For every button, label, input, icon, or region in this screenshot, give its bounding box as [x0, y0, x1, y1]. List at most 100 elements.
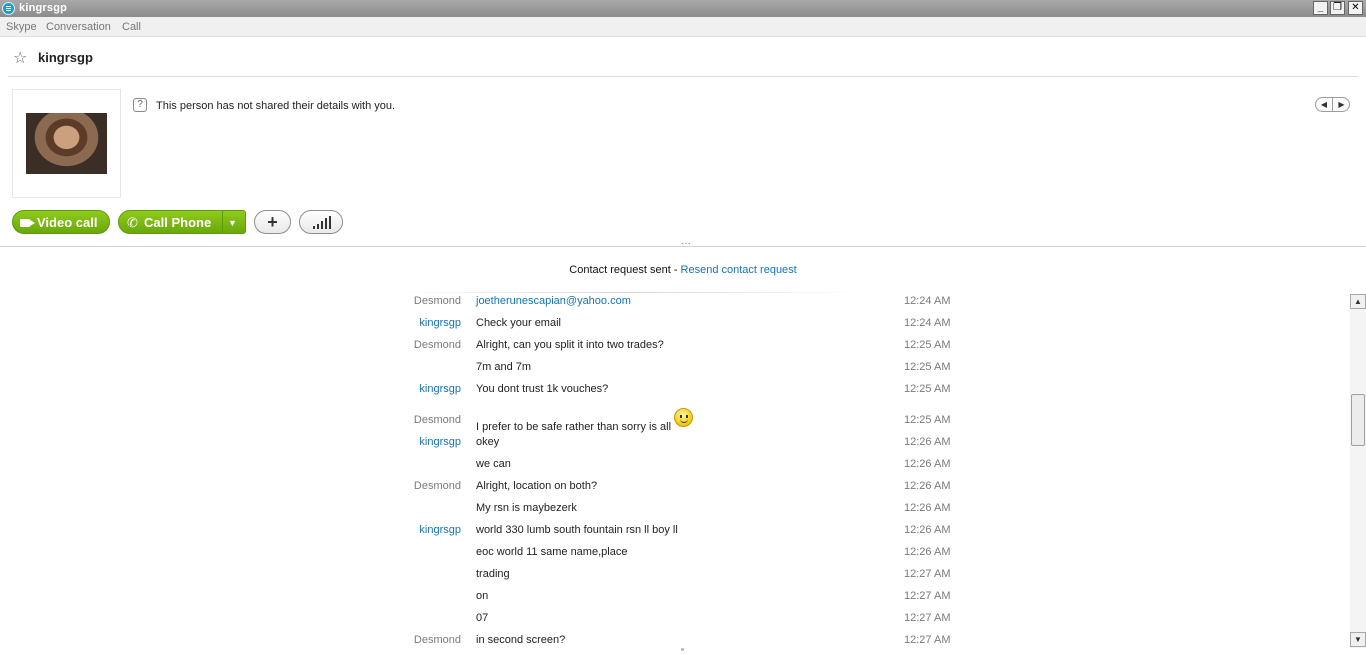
message-timestamp: 12:24 AM: [904, 295, 951, 307]
message-text-content: world 330 lumb south fountain rsn ll boy…: [476, 524, 678, 536]
message-row: kingrsgp You dont trust 1k vouches? 12:25 …: [0, 378, 1350, 400]
chat-scrollbar[interactable]: ▲ ▼: [1350, 294, 1366, 648]
menu-bar: Skype Conversation Call: [0, 17, 1366, 37]
message-timestamp: 12:26 AM: [904, 524, 951, 536]
message-text-content: Alright, can you split it into two trade…: [476, 339, 664, 351]
favorite-star-icon[interactable]: ☆: [13, 48, 27, 68]
message-text: 07: [476, 612, 488, 624]
message-timestamp: 12:25 AM: [904, 414, 951, 426]
message-timestamp: 12:27 AM: [904, 634, 951, 646]
message-row: Desmond Alright, location on both? 12:26 A…: [0, 475, 1350, 497]
message-timestamp: 12:25 AM: [904, 383, 951, 395]
message-sender[interactable]: Desmond: [414, 414, 461, 426]
message-text-content: we can: [476, 458, 511, 470]
message-text-content: Alright, location on both?: [476, 480, 598, 492]
message-text: My rsn is maybezerk: [476, 502, 577, 514]
contact-name: kingrsgp: [38, 50, 93, 65]
nav-left-icon[interactable]: ◀: [1316, 98, 1333, 111]
message-text: we can: [476, 458, 511, 470]
message-row: My rsn is maybezerk 12:26 AM: [0, 497, 1350, 519]
message-text-content: okey: [476, 436, 500, 448]
message-text-content: joetherunescapian@yahoo.com: [476, 295, 631, 307]
call-phone-label: Call Phone: [144, 215, 212, 230]
menu-skype[interactable]: Skype: [6, 21, 37, 33]
message-timestamp: 12:26 AM: [904, 436, 951, 448]
message-row: kingrsgp world 330 lumb south fountain rs…: [0, 519, 1350, 541]
message-sender[interactable]: kingrsgp: [419, 524, 461, 536]
message-timestamp: 12:24 AM: [904, 317, 951, 329]
message-text-content: on: [476, 590, 489, 602]
menu-call[interactable]: Call: [122, 21, 141, 33]
window-title: kingrsgp: [19, 2, 68, 14]
message-text-content: in second screen?: [476, 634, 566, 646]
minimize-button[interactable]: _: [1313, 1, 1328, 15]
message-timestamp: 12:25 AM: [904, 339, 951, 351]
resend-contact-request-link[interactable]: Resend contact request: [681, 264, 797, 276]
message-row: kingrsgp Check your email 12:24 AM: [0, 312, 1350, 334]
bottom-resize-handle[interactable]: [681, 648, 684, 651]
profile-nav: ◀ ▶: [1315, 97, 1350, 112]
signal-bars-icon: [313, 216, 331, 229]
message-text: 7m and 7m: [476, 361, 531, 373]
message-row: kingrsgp okey 12:26 AM: [0, 431, 1350, 453]
message-text: Check your email: [476, 317, 561, 329]
message-sender[interactable]: Desmond: [414, 295, 461, 307]
message-text-content: You dont trust 1k vouches?: [476, 383, 609, 395]
message-text: Alright, location on both?: [476, 480, 597, 492]
add-button[interactable]: +: [254, 210, 291, 234]
message-sender[interactable]: kingrsgp: [419, 317, 461, 329]
smiley-emoticon-icon: [674, 408, 694, 427]
close-button[interactable]: ✕: [1348, 1, 1363, 15]
message-sender[interactable]: kingrsgp: [419, 383, 461, 395]
avatar[interactable]: [26, 113, 107, 174]
nav-right-icon[interactable]: ▶: [1333, 98, 1350, 111]
chevron-down-icon[interactable]: ▼: [228, 211, 237, 235]
message-text: on: [476, 590, 488, 602]
message-timestamp: 12:26 AM: [904, 546, 951, 558]
message-row: trading 12:27 AM: [0, 563, 1350, 585]
video-camera-icon: [20, 219, 35, 227]
message-timestamp: 12:27 AM: [904, 590, 951, 602]
avatar-frame: [12, 89, 121, 198]
chat-history: Desmond joetherunescapian@yahoo.com 12:24 …: [0, 288, 1350, 654]
message-row: we can 12:26 AM: [0, 453, 1350, 475]
title-bar: kingrsgp _ ❐ ✕: [0, 0, 1366, 17]
message-row: eoc world 11 same name,place 12:26 AM: [0, 541, 1350, 563]
skype-logo-icon: [2, 2, 15, 15]
message-text-content: trading: [476, 568, 510, 580]
message-text: eoc world 11 same name,place: [476, 546, 627, 558]
message-sender[interactable]: Desmond: [414, 480, 461, 492]
message-text: trading: [476, 568, 510, 580]
contact-request-status: Contact request sent -: [569, 264, 681, 276]
message-timestamp: 12:25 AM: [904, 361, 951, 373]
menu-conversation[interactable]: Conversation: [46, 21, 111, 33]
message-text-content: My rsn is maybezerk: [476, 502, 577, 514]
message-timestamp: 12:26 AM: [904, 502, 951, 514]
message-row: 07 12:27 AM: [0, 607, 1350, 629]
message-row: Desmond Alright, can you split it into tw…: [0, 334, 1350, 356]
message-row: on 12:27 AM: [0, 585, 1350, 607]
divider: [8, 76, 1358, 77]
profile-info-text: This person has not shared their details…: [156, 100, 396, 112]
scroll-down-icon[interactable]: ▼: [1350, 632, 1366, 647]
message-sender[interactable]: Desmond: [414, 634, 461, 646]
message-sender[interactable]: kingrsgp: [419, 436, 461, 448]
message-text-content: Check your email: [476, 317, 561, 329]
call-phone-button[interactable]: ✆ Call Phone ▼: [118, 210, 246, 234]
call-quality-button[interactable]: [299, 210, 343, 234]
contact-request-notice: Contact request sent - Resend contact re…: [0, 264, 1366, 276]
button-separator: [222, 211, 223, 233]
message-text: okey: [476, 436, 499, 448]
info-question-icon: ?: [133, 98, 147, 112]
pane-divider: [0, 246, 1366, 247]
message-sender[interactable]: Desmond: [414, 339, 461, 351]
message-timestamp: 12:26 AM: [904, 480, 951, 492]
scroll-up-icon[interactable]: ▲: [1350, 294, 1366, 309]
message-timestamp: 12:27 AM: [904, 568, 951, 580]
restore-button[interactable]: ❐: [1330, 1, 1345, 15]
scroll-thumb[interactable]: [1351, 394, 1365, 446]
video-call-button[interactable]: Video call: [12, 210, 110, 234]
message-row: Desmond I prefer to be safe rather than s…: [0, 408, 1350, 433]
message-email-link[interactable]: joetherunescapian@yahoo.com: [476, 295, 631, 307]
message-text-content: eoc world 11 same name,place: [476, 546, 628, 558]
